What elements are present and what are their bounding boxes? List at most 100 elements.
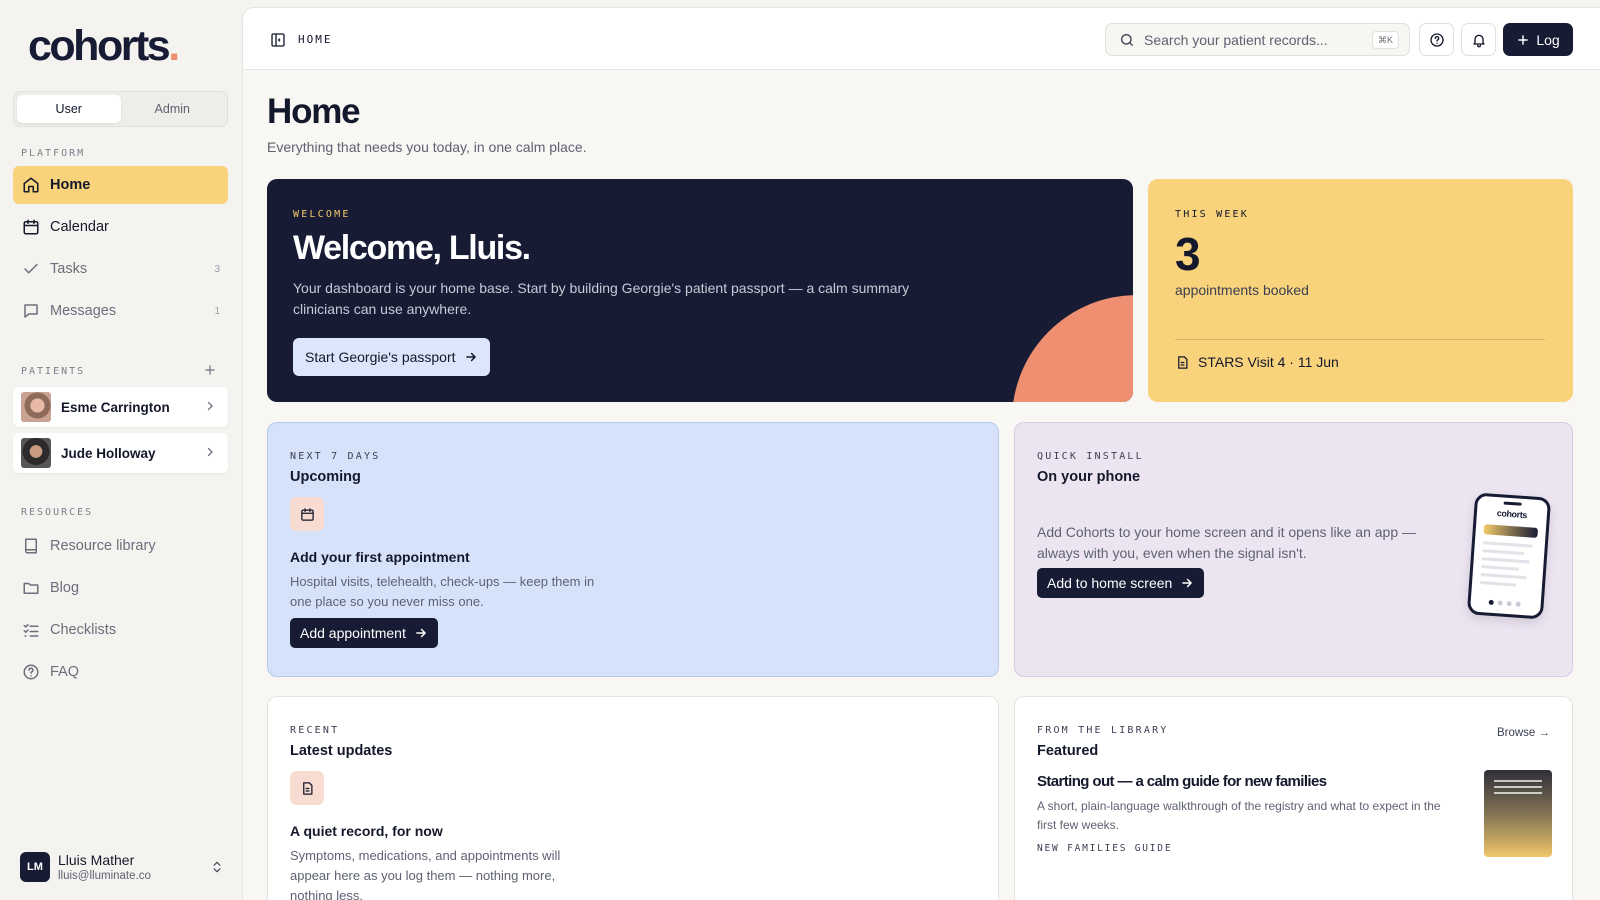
calendar-icon <box>23 219 39 235</box>
search-box[interactable]: ⌘K <box>1105 23 1410 56</box>
help-circle-icon <box>23 664 39 680</box>
add-patient-icon[interactable] <box>203 363 217 377</box>
message-icon <box>24 304 38 318</box>
thumb-line <box>1494 780 1542 782</box>
chevron-right-icon <box>207 401 213 411</box>
sidebar-item-label: FAQ <box>50 664 80 680</box>
platform-section-label: PLATFORM <box>21 148 86 159</box>
log-button[interactable]: Log <box>1503 23 1573 56</box>
upcoming-visit-item[interactable]: STARS Visit 4 · 11 Jun <box>1175 354 1339 370</box>
welcome-eyebrow: WELCOME <box>293 209 351 220</box>
add-to-home-screen-button[interactable]: Add to home screen <box>1037 568 1205 598</box>
sidebar: cohorts. User Admin PLATFORM Home Calend… <box>0 0 242 900</box>
phone-notch <box>1503 501 1522 506</box>
start-passport-button[interactable]: Start Georgie's passport <box>293 338 490 376</box>
article-tag: NEW FAMILIES GUIDE <box>1037 843 1173 854</box>
home-icon <box>23 177 39 193</box>
sidebar-item-label: Home <box>50 177 91 193</box>
phone-line <box>1479 581 1517 587</box>
sidebar-toggle-icon[interactable] <box>270 32 286 48</box>
calendar-tile <box>290 497 324 531</box>
breadcrumb: HOME <box>298 33 333 46</box>
messages-count: 1 <box>214 305 220 317</box>
main-content: HOME ⌘K Log Home Everything that needs y… <box>242 7 1600 900</box>
search-shortcut: ⌘K <box>1371 31 1399 49</box>
page-title: Home <box>267 92 361 131</box>
quick-install-card: QUICK INSTALL On your phone Add Cohorts … <box>1014 422 1573 677</box>
recent-card: RECENT Latest updates A quiet record, fo… <box>267 696 999 900</box>
sidebar-item-label: Blog <box>50 580 80 596</box>
patient-name: Jude Holloway <box>61 445 156 461</box>
phone-line <box>1482 541 1533 548</box>
phone-page-dots <box>1488 599 1521 607</box>
sidebar-item-home[interactable]: Home <box>13 166 228 204</box>
logo[interactable]: cohorts. <box>28 22 180 71</box>
welcome-body: Your dashboard is your home base. Start … <box>293 280 910 317</box>
patient-avatar <box>21 392 51 422</box>
page-subtitle: Everything that needs you today, in one … <box>267 139 587 155</box>
phone-banner <box>1483 524 1539 538</box>
sidebar-item-checklists[interactable]: Checklists <box>13 611 228 649</box>
upcoming-title: Upcoming <box>290 469 361 485</box>
empty-state-title: Add your first appointment <box>290 549 470 565</box>
welcome-title: Welcome, Lluis. <box>293 229 531 267</box>
article-thumbnail[interactable] <box>1484 770 1552 857</box>
thumb-line <box>1494 792 1542 794</box>
patient-item-esme[interactable]: Esme Carrington <box>13 387 228 427</box>
avatar: LM <box>20 852 50 882</box>
arrow-right-icon <box>465 352 476 362</box>
welcome-card: WELCOME Welcome, Lluis. Your dashboard i… <box>267 179 1133 402</box>
featured-eyebrow: FROM THE LIBRARY <box>1037 725 1169 736</box>
quick-install-eyebrow: QUICK INSTALL <box>1037 451 1144 462</box>
add-appointment-button[interactable]: Add appointment <box>290 618 438 648</box>
folder-icon <box>23 582 39 594</box>
role-switch: User Admin <box>13 91 228 127</box>
sidebar-item-resource-library[interactable]: Resource library <box>13 527 228 565</box>
quick-install-title: On your phone <box>1037 469 1141 485</box>
notifications-button[interactable] <box>1461 23 1496 56</box>
help-circle-icon <box>1429 32 1444 47</box>
featured-title: Featured <box>1037 743 1099 759</box>
browse-link[interactable]: Browse → <box>1497 727 1550 739</box>
resources-section-label: RESOURCES <box>21 507 94 518</box>
sidebar-item-calendar[interactable]: Calendar <box>13 208 228 246</box>
phone-illustration: cohorts <box>1466 492 1552 620</box>
upcoming-eyebrow: NEXT 7 DAYS <box>290 451 381 462</box>
sidebar-item-label: Checklists <box>50 622 117 638</box>
featured-card: FROM THE LIBRARY Featured Browse → Start… <box>1014 696 1573 900</box>
document-icon <box>1178 355 1188 369</box>
patient-item-jude[interactable]: Jude Holloway <box>13 433 228 473</box>
phone-app-label: cohorts <box>1496 508 1528 521</box>
phone-line <box>1481 565 1520 571</box>
sidebar-item-messages[interactable]: Messages 1 <box>13 292 228 330</box>
sidebar-item-tasks[interactable]: Tasks 3 <box>13 250 228 288</box>
sidebar-item-blog[interactable]: Blog <box>13 569 228 607</box>
recent-eyebrow: RECENT <box>290 725 340 736</box>
role-user-tab[interactable]: User <box>17 95 121 123</box>
search-icon <box>1121 33 1133 46</box>
upcoming-card: NEXT 7 DAYS Upcoming Add your first appo… <box>267 422 999 677</box>
help-button[interactable] <box>1419 23 1454 56</box>
user-email: lluis@lluminate.co <box>58 870 151 882</box>
role-admin-tab[interactable]: Admin <box>121 95 225 123</box>
patients-section-label: PATIENTS <box>21 366 86 377</box>
sidebar-item-label: Calendar <box>50 219 109 235</box>
chevron-right-icon <box>207 447 213 457</box>
sidebar-item-label: Resource library <box>50 538 156 554</box>
decorative-blob <box>1012 295 1133 402</box>
calendar-icon <box>300 507 314 521</box>
topbar: HOME ⌘K Log <box>243 8 1600 70</box>
sidebar-item-faq[interactable]: FAQ <box>13 653 228 691</box>
book-icon <box>25 538 37 554</box>
article-title[interactable]: Starting out — a calm guide for new fami… <box>1037 773 1327 790</box>
thumb-line <box>1494 786 1542 788</box>
this-week-eyebrow: THIS WEEK <box>1175 209 1249 220</box>
empty-state-body: Hospital visits, telehealth, check-ups —… <box>290 574 595 609</box>
sidebar-item-label: Messages <box>50 303 117 319</box>
user-name: Lluis Mather <box>58 852 135 868</box>
arrow-right-icon <box>1182 578 1193 588</box>
user-menu[interactable]: LM Lluis Mather lluis@lluminate.co <box>20 849 230 885</box>
phone-line <box>1480 573 1527 580</box>
search-input[interactable] <box>1144 31 1369 48</box>
appointments-count: 3 <box>1175 228 1201 280</box>
